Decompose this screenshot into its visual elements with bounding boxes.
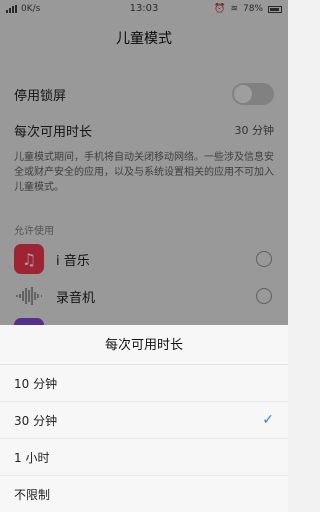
option-label: 1 小时 <box>14 450 50 465</box>
sheet-title: 每次可用时长 <box>0 325 288 365</box>
option-10-minutes[interactable]: 10 分钟 <box>0 365 288 402</box>
screen: 0K/s 13:03 ⏰ ≋ 78% 儿童模式 停用锁屏 每次可用时长 30 分… <box>0 0 288 512</box>
option-unlimited[interactable]: 不限制 <box>0 476 288 512</box>
option-label: 30 分钟 <box>14 413 58 428</box>
option-30-minutes[interactable]: 30 分钟 ✓ <box>0 402 288 439</box>
dim-overlay[interactable] <box>0 0 288 325</box>
bottom-sheet: 每次可用时长 10 分钟 30 分钟 ✓ 1 小时 不限制 <box>0 325 288 512</box>
checkmark-icon: ✓ <box>262 412 274 428</box>
option-label: 不限制 <box>14 488 51 502</box>
option-1-hour[interactable]: 1 小时 <box>0 439 288 476</box>
option-label: 10 分钟 <box>14 376 58 391</box>
